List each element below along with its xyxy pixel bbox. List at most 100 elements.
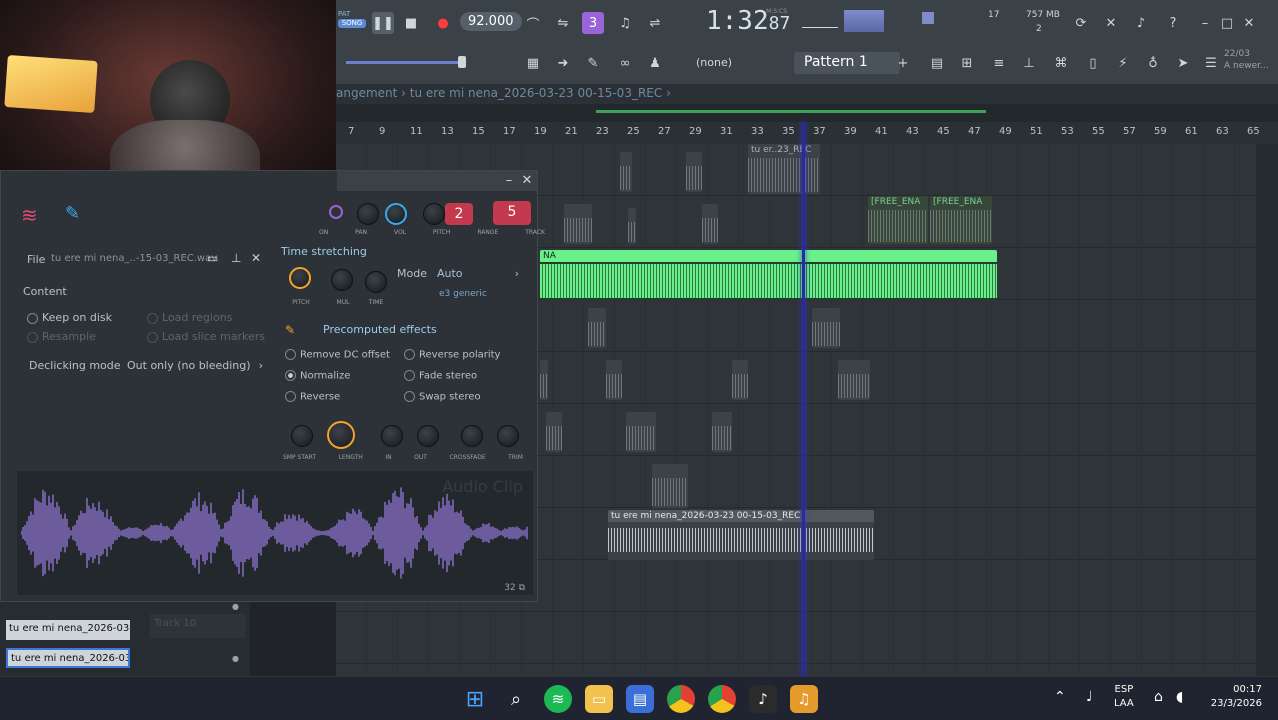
file-icon[interactable]: ▯ — [1082, 52, 1104, 74]
playlist-overview[interactable] — [336, 104, 1278, 122]
link-icon[interactable]: ∞ — [614, 52, 636, 74]
fade-stereo-option[interactable]: Fade stereo — [404, 370, 477, 382]
audio-clip[interactable] — [546, 412, 562, 452]
volume-icon[interactable]: ◖ — [1176, 689, 1183, 705]
file-explorer-icon[interactable]: ▭ — [585, 685, 613, 713]
snap-selector[interactable]: (none) — [696, 56, 732, 69]
mode-select[interactable]: Auto › — [437, 267, 519, 280]
normalize-option[interactable]: Normalize — [285, 370, 350, 382]
load-slice-markers-option[interactable]: Load slice markers — [147, 330, 265, 343]
record-button[interactable]: ● — [432, 12, 454, 34]
arrow-icon[interactable]: ➜ — [552, 52, 574, 74]
zoom-indicator[interactable]: 32 ⧉ — [504, 583, 525, 593]
wait-input-icon[interactable]: ⇋ — [552, 12, 574, 34]
brush-icon[interactable]: ✎ — [582, 52, 604, 74]
audio-clip[interactable]: [FREE_ENA — [930, 196, 992, 244]
microphone-icon[interactable]: ♩ — [1086, 689, 1093, 705]
sample-start-knob[interactable] — [291, 425, 313, 447]
audio-clip[interactable] — [812, 308, 840, 348]
range-value[interactable]: 2 — [445, 203, 473, 225]
windows-start-icon[interactable]: ⊞ — [461, 685, 489, 713]
plugin-icon[interactable]: ⊥ — [1018, 52, 1040, 74]
reverse-option[interactable]: Reverse — [285, 391, 340, 403]
system-clock[interactable]: 00:17 23/3/2026 — [1202, 683, 1262, 711]
send-icon[interactable]: ➤ — [1172, 52, 1194, 74]
close-icon[interactable]: ✕ — [1238, 12, 1260, 34]
waveform-tab-icon[interactable]: ≋ — [21, 203, 38, 227]
audio-clip[interactable]: tu er..23_REC — [748, 144, 820, 194]
timeline-ruler[interactable]: 7 9 11 13 15 17 19 21 23 25 27 29 31 33 35 37 39 41 43 45 47… — [336, 122, 1278, 144]
minimize-icon[interactable]: – — [1194, 12, 1216, 34]
audio-clip[interactable] — [564, 204, 592, 244]
help-icon[interactable]: ? — [1162, 12, 1184, 34]
crossfade-knob[interactable] — [461, 425, 483, 447]
store-icon[interactable]: ☰ — [1200, 52, 1222, 74]
wrench-tab-icon[interactable]: ✎ — [65, 203, 80, 224]
minimize-icon[interactable]: – — [501, 171, 517, 189]
mixer-track-value[interactable]: 5 — [493, 201, 531, 225]
audio-clip[interactable] — [652, 464, 688, 508]
audio-clip[interactable]: [FREE_ENA — [868, 196, 928, 244]
pitch-knob[interactable] — [423, 203, 445, 225]
refresh-icon[interactable]: ⟳ — [1070, 12, 1092, 34]
file-name[interactable]: tu ere mi nena_..-15-03_REC.wav — [51, 253, 217, 264]
plug-icon[interactable]: ⚡ — [1112, 52, 1134, 74]
load-regions-option[interactable]: Load regions — [147, 311, 232, 324]
audio-clip[interactable] — [628, 208, 636, 244]
metronome-icon[interactable]: ⌒ — [522, 12, 544, 34]
ts-time-knob[interactable] — [365, 271, 387, 293]
lane[interactable] — [336, 612, 1256, 664]
ts-mul-knob[interactable] — [331, 269, 353, 291]
on-button[interactable] — [329, 205, 343, 219]
audio-clip[interactable] — [702, 204, 718, 244]
audio-clip[interactable] — [838, 360, 870, 400]
browser-icon[interactable]: ⌘ — [1050, 52, 1072, 74]
news-panel[interactable]: 22/03 A newer... — [1224, 48, 1269, 72]
pause-button[interactable]: ❚❚ — [372, 12, 394, 34]
master-volume-slider[interactable] — [346, 61, 464, 64]
playhead[interactable] — [802, 122, 805, 676]
language-indicator[interactable]: ESP LAA — [1114, 683, 1134, 711]
track-label[interactable]: Track 10 — [150, 614, 246, 638]
step-edit-icon[interactable]: ♫ — [614, 12, 636, 34]
audio-clip[interactable] — [606, 360, 622, 400]
pan-knob[interactable] — [357, 203, 379, 225]
swap-stereo-option[interactable]: Swap stereo — [404, 391, 481, 403]
track-list-item[interactable]: tu ere mi nena_2026-03-... — [6, 620, 130, 640]
audio-clip[interactable]: tu ere mi nena_2026-03-23 00-15-03_REC — [608, 510, 874, 560]
out-knob[interactable] — [417, 425, 439, 447]
audio-clip[interactable] — [620, 152, 632, 192]
add-pattern-icon[interactable]: + — [892, 52, 914, 74]
track-mute-icon[interactable]: ● — [232, 602, 239, 611]
audio-clip-selected[interactable]: NA — [540, 250, 997, 300]
spotify-icon[interactable]: ≋ — [544, 685, 572, 713]
length-knob[interactable] — [327, 421, 355, 449]
sample-waveform-display[interactable]: Audio Clip 32 ⧉ — [17, 471, 533, 595]
chevron-up-icon[interactable]: ⌃ — [1054, 689, 1066, 705]
store-icon[interactable]: ▤ — [626, 685, 654, 713]
vertical-scrollbar[interactable] — [1256, 144, 1278, 676]
pin-icon[interactable]: ⊥ — [231, 251, 241, 265]
tune-icon[interactable]: ♁ — [1142, 52, 1164, 74]
audio-clip[interactable] — [588, 308, 606, 348]
microphone-icon[interactable]: ♪ — [1130, 12, 1152, 34]
close-icon[interactable]: ✕ — [519, 171, 535, 189]
audio-clip[interactable] — [712, 412, 732, 452]
tempo-display[interactable]: 92.000 — [460, 12, 522, 31]
stamp-icon[interactable]: ♟ — [644, 52, 666, 74]
audio-clip[interactable] — [686, 152, 702, 192]
master-volume-handle[interactable] — [458, 56, 466, 68]
clear-file-icon[interactable]: ✕ — [251, 251, 261, 265]
pat-song-toggle[interactable]: PAT SONG — [338, 10, 366, 28]
pattern-selector[interactable]: Pattern 1 — [794, 52, 900, 74]
channel-rack-icon[interactable]: ⊞ — [956, 52, 978, 74]
ts-pitch-knob[interactable] — [289, 267, 311, 289]
keep-on-disk-option[interactable]: Keep on disk — [27, 311, 112, 324]
audio-clip[interactable] — [626, 412, 656, 452]
stop-button[interactable]: ■ — [400, 12, 422, 34]
open-folder-icon[interactable]: ▭ — [207, 251, 218, 265]
audio-clip[interactable] — [732, 360, 748, 400]
fl-studio-active-icon[interactable]: ♫ — [790, 685, 818, 713]
reverse-polarity-option[interactable]: Reverse polarity — [404, 349, 500, 361]
audio-clip[interactable] — [540, 360, 548, 400]
